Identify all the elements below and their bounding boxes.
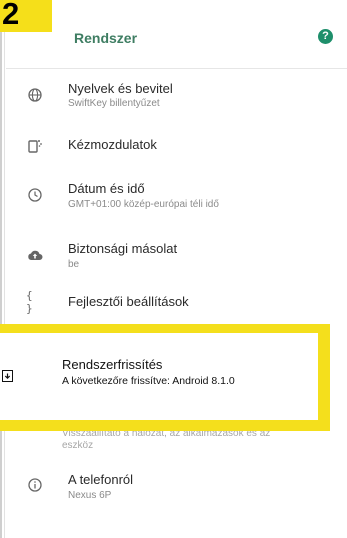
left-edge-line: [0, 0, 2, 538]
item-subtitle: A következőre frissítve: Android 8.1.0: [62, 375, 235, 387]
item-title: Nyelvek és bevitel: [68, 81, 173, 96]
settings-item-languages[interactable]: Nyelvek és bevitel SwiftKey billentyűzet: [6, 70, 347, 120]
settings-item-gestures[interactable]: Kézmozdulatok: [6, 120, 347, 168]
settings-item-developer-options[interactable]: { } Fejlesztői beállítások: [6, 280, 347, 324]
clock-icon: [26, 186, 44, 204]
reset-subtitle-line2: eszköz: [62, 440, 94, 451]
info-icon: [26, 476, 44, 494]
settings-item-date-time[interactable]: Dátum és idő GMT+01:00 közép-európai tél…: [6, 168, 347, 220]
item-title: A telefonról: [68, 472, 134, 487]
item-subtitle: GMT+01:00 közép-európai téli idő: [68, 199, 219, 210]
settings-item-about-phone[interactable]: A telefonról Nexus 6P: [6, 464, 347, 514]
settings-item-system-update[interactable]: Rendszerfrissítés A következőre frissítv…: [0, 333, 318, 420]
reset-subtitle: Visszaállítató a hálózat, az alkalmazáso…: [62, 428, 270, 452]
app-bar: Rendszer ?: [6, 0, 347, 69]
left-edge-line-2: [4, 0, 5, 538]
system-update-icon: [2, 370, 13, 382]
item-subtitle: SwiftKey billentyűzet: [68, 98, 160, 109]
item-subtitle: be: [68, 259, 80, 270]
step-number: 2: [2, 0, 20, 31]
gesture-icon: [26, 137, 44, 155]
step-badge: 2: [0, 0, 52, 32]
item-title: Fejlesztői beállítások: [68, 294, 189, 309]
item-title: Rendszerfrissítés: [62, 357, 163, 372]
page-title: Rendszer: [74, 30, 138, 46]
item-title: Dátum és idő: [68, 181, 145, 196]
globe-icon: [26, 86, 44, 104]
item-subtitle: Nexus 6P: [68, 490, 112, 501]
help-icon[interactable]: ?: [318, 29, 333, 44]
settings-item-backup[interactable]: Biztonsági másolat be: [6, 220, 347, 280]
item-title: Biztonsági másolat: [68, 241, 178, 256]
item-title: Kézmozdulatok: [68, 137, 157, 152]
code-braces-icon: { }: [26, 289, 33, 315]
cloud-upload-icon: [26, 246, 44, 264]
